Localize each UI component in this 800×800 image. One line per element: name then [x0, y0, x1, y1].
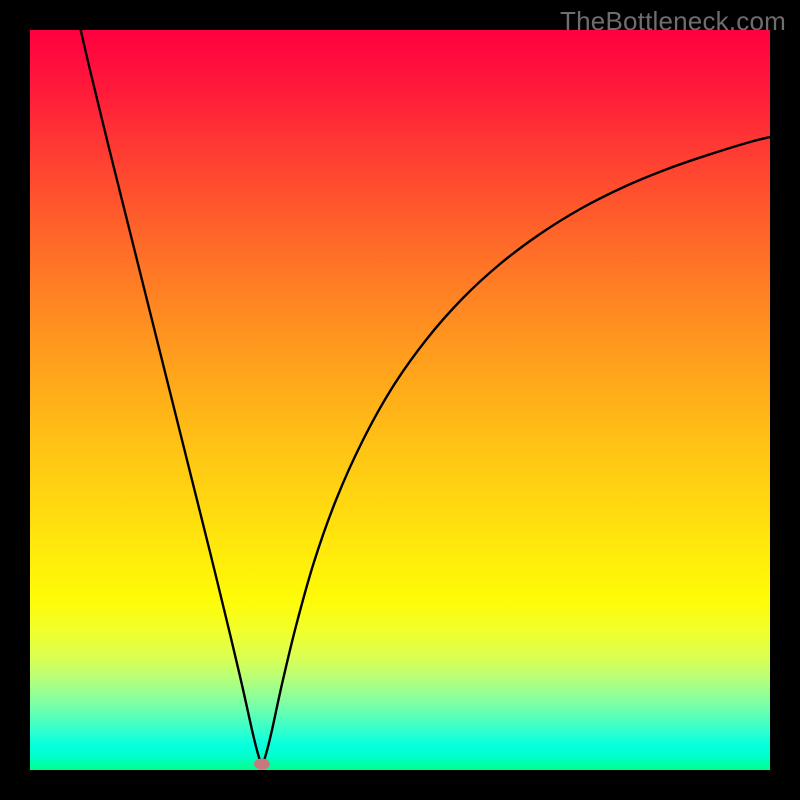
- curve-svg: [30, 30, 770, 770]
- bottleneck-curve: [76, 30, 770, 764]
- chart-frame: TheBottleneck.com: [0, 0, 800, 800]
- minimum-marker: [254, 759, 270, 770]
- plot-area: [30, 30, 770, 770]
